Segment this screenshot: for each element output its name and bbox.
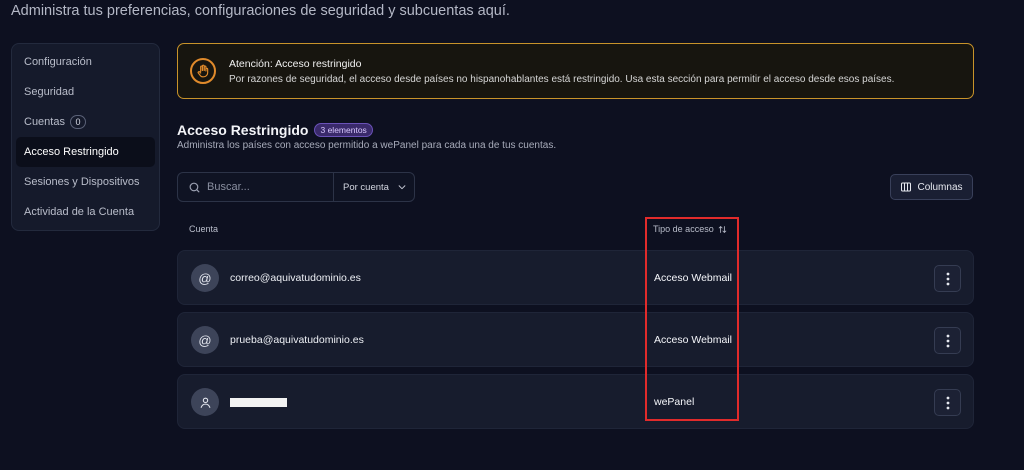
- column-header-account: Cuenta: [189, 224, 219, 234]
- user-icon: [191, 388, 219, 416]
- access-type: Acceso Webmail: [654, 334, 733, 346]
- filter-dropdown-label: Por cuenta: [343, 181, 389, 193]
- columns-label: Columnas: [917, 181, 963, 193]
- sidebar-item-label: Seguridad: [24, 86, 75, 98]
- access-type: wePanel: [654, 396, 695, 408]
- search-input[interactable]: [207, 181, 327, 193]
- chevron-down-icon: [398, 185, 406, 190]
- sidebar-item-acceso-restringido[interactable]: Acceso Restringido: [16, 137, 155, 167]
- account-email: correo@aquivatudominio.es: [230, 272, 361, 284]
- alert-title: Atención: Acceso restringido: [229, 57, 362, 70]
- columns-icon: [901, 182, 912, 192]
- filter-dropdown[interactable]: Por cuenta: [334, 182, 407, 193]
- restricted-access-alert: Atención: Acceso restringido Por razones…: [177, 43, 974, 99]
- at-sign-icon: @: [191, 264, 219, 292]
- sort-icon[interactable]: [718, 225, 727, 234]
- sidebar-item-seguridad[interactable]: Seguridad: [16, 77, 155, 107]
- table-row[interactable]: @ correo@aquivatudominio.es Acceso Webma…: [177, 250, 974, 305]
- section-header: Acceso Restringido 3 elementos: [177, 122, 373, 138]
- table-row[interactable]: wePanel: [177, 374, 974, 429]
- access-type: Acceso Webmail: [654, 272, 733, 284]
- sidebar-item-label: Cuentas: [24, 116, 65, 128]
- section-description: Administra los países con acceso permiti…: [177, 140, 557, 151]
- column-header-access-type[interactable]: Tipo de acceso: [653, 224, 727, 234]
- sidebar-item-actividad[interactable]: Actividad de la Cuenta: [16, 197, 155, 227]
- row-actions-button[interactable]: [934, 265, 961, 292]
- sidebar-item-label: Acceso Restringido: [24, 146, 119, 158]
- table-row[interactable]: @ prueba@aquivatudominio.es Acceso Webma…: [177, 312, 974, 367]
- sidebar-item-label: Actividad de la Cuenta: [24, 206, 135, 218]
- search-field[interactable]: [178, 173, 334, 201]
- row-actions-button[interactable]: [934, 327, 961, 354]
- sidebar-item-label: Sesiones y Dispositivos: [24, 176, 140, 188]
- page-subtitle: Administra tus preferencias, configuraci…: [11, 3, 510, 19]
- item-count-badge: 3 elementos: [314, 123, 373, 137]
- more-vertical-icon: [946, 396, 949, 409]
- search-icon: [189, 182, 200, 192]
- sidebar-item-configuracion[interactable]: Configuración: [16, 47, 155, 77]
- redacted-account-name: [230, 398, 287, 407]
- at-sign-icon: @: [191, 326, 219, 354]
- alert-text: Por razones de seguridad, el acceso desd…: [229, 73, 895, 85]
- column-header-label: Tipo de acceso: [653, 224, 714, 234]
- hand-stop-icon: [190, 58, 216, 84]
- more-vertical-icon: [946, 272, 949, 285]
- sidebar-item-label: Configuración: [24, 56, 92, 68]
- sidebar-item-cuentas[interactable]: Cuentas 0: [16, 107, 155, 137]
- settings-sidebar: Configuración Seguridad Cuentas 0 Acceso…: [11, 43, 160, 231]
- section-title: Acceso Restringido: [177, 122, 309, 138]
- search-filter-group: Por cuenta: [177, 172, 415, 202]
- row-actions-button[interactable]: [934, 389, 961, 416]
- sidebar-item-sesiones[interactable]: Sesiones y Dispositivos: [16, 167, 155, 197]
- columns-button[interactable]: Columnas: [890, 174, 973, 200]
- more-vertical-icon: [946, 334, 949, 347]
- count-badge: 0: [69, 115, 86, 129]
- account-email: prueba@aquivatudominio.es: [230, 334, 364, 346]
